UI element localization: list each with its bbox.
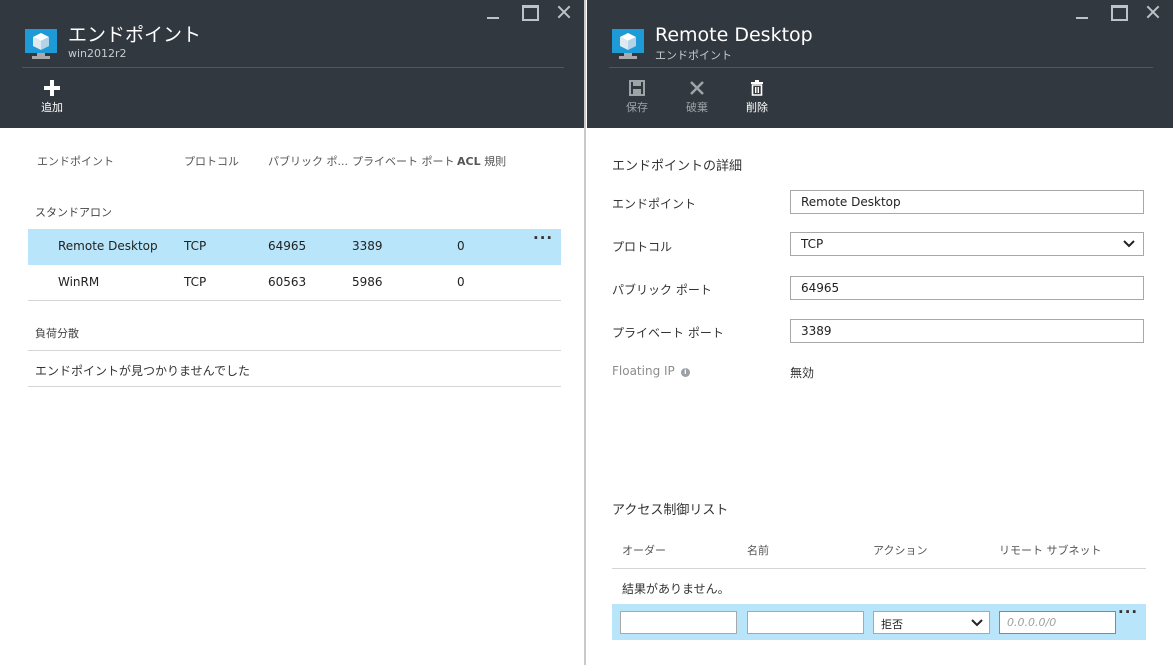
row-acl: 0 bbox=[457, 239, 465, 253]
chevron-down-icon bbox=[1123, 240, 1135, 248]
row-public: 60563 bbox=[268, 275, 307, 289]
acl-col-order[interactable]: オーダー bbox=[622, 542, 666, 558]
col-acl-bold: ACL bbox=[457, 155, 481, 168]
col-protocol[interactable]: プロトコル bbox=[184, 153, 239, 169]
window-controls bbox=[482, 4, 576, 21]
standalone-section: スタンドアロン bbox=[35, 206, 112, 219]
vm-cube-icon bbox=[612, 29, 644, 59]
row-public: 64965 bbox=[268, 239, 307, 253]
col-endpoint[interactable]: エンドポイント bbox=[37, 153, 114, 169]
divider bbox=[28, 386, 561, 387]
acl-col-action[interactable]: アクション bbox=[873, 542, 927, 558]
row-protocol: TCP bbox=[184, 239, 207, 253]
floating-ip-value: 無効 bbox=[790, 366, 815, 380]
row-acl: 0 bbox=[457, 275, 465, 289]
discard-button[interactable]: 破棄 bbox=[675, 78, 719, 115]
divider bbox=[28, 350, 561, 351]
table-row[interactable]: WinRM TCP 60563 5986 0 bbox=[28, 265, 561, 301]
acl-action-value: 拒否 bbox=[881, 618, 903, 631]
blade-title: エンドポイント bbox=[68, 24, 202, 46]
details-section-title: エンドポイントの詳細 bbox=[612, 159, 743, 174]
public-port-label: パブリック ポート bbox=[612, 283, 712, 297]
discard-label: 破棄 bbox=[686, 101, 708, 114]
endpoints-blade: エンドポイント win2012r2 追加 エンドポイント プロトコル パブリック… bbox=[0, 0, 586, 665]
acl-empty-message: 結果がありません。 bbox=[622, 582, 730, 596]
minimize-icon[interactable] bbox=[482, 4, 504, 20]
blade-subtitle: エンドポイント bbox=[655, 49, 732, 62]
acl-order-input[interactable] bbox=[620, 611, 737, 634]
table-row[interactable]: Remote Desktop TCP 64965 3389 0 ··· bbox=[28, 229, 561, 265]
info-icon[interactable]: i bbox=[680, 368, 690, 377]
delete-label: 削除 bbox=[746, 101, 768, 114]
header-divider bbox=[609, 67, 1153, 68]
lb-empty-message: エンドポイントが見つかりませんでした bbox=[35, 364, 251, 378]
chevron-down-icon bbox=[971, 619, 983, 627]
private-port-label: プライベート ポート bbox=[612, 326, 724, 340]
maximize-icon[interactable] bbox=[1107, 4, 1129, 21]
add-button[interactable]: 追加 bbox=[30, 78, 74, 115]
save-icon bbox=[615, 78, 659, 98]
divider bbox=[28, 300, 561, 301]
vm-cube-icon bbox=[25, 29, 57, 59]
close-icon[interactable] bbox=[554, 4, 576, 20]
header-divider bbox=[22, 67, 564, 68]
delete-button[interactable]: 削除 bbox=[735, 78, 779, 115]
row-private: 5986 bbox=[352, 275, 383, 289]
protocol-value: TCP bbox=[801, 237, 824, 251]
public-port-field[interactable]: 64965 bbox=[790, 276, 1144, 300]
row-private: 3389 bbox=[352, 239, 383, 253]
col-acl-rules: 規則 bbox=[484, 155, 507, 168]
row-protocol: TCP bbox=[184, 275, 207, 289]
acl-subnet-input[interactable]: 0.0.0.0/0 bbox=[999, 611, 1116, 634]
row-more-button[interactable]: ··· bbox=[533, 229, 553, 247]
endpoint-label: エンドポイント bbox=[612, 197, 697, 211]
blade-subtitle: win2012r2 bbox=[68, 47, 127, 60]
acl-action-select[interactable]: 拒否 bbox=[873, 611, 990, 634]
protocol-select[interactable]: TCP bbox=[790, 232, 1144, 256]
minimize-icon[interactable] bbox=[1071, 4, 1093, 20]
blade-title: Remote Desktop bbox=[655, 24, 813, 46]
private-port-field[interactable]: 3389 bbox=[790, 319, 1144, 343]
blade-header: Remote Desktop エンドポイント 保存 破棄 削除 bbox=[587, 0, 1173, 128]
floating-ip-label: Floating IP i bbox=[612, 364, 690, 378]
endpoint-detail-blade: Remote Desktop エンドポイント 保存 破棄 削除 エンドポイントの… bbox=[587, 0, 1173, 665]
close-icon[interactable] bbox=[1143, 4, 1165, 20]
row-name: WinRM bbox=[58, 275, 100, 289]
acl-section-title: アクセス制御リスト bbox=[612, 503, 729, 518]
divider bbox=[612, 568, 1146, 569]
protocol-label: プロトコル bbox=[612, 240, 673, 254]
load-balanced-section: 負荷分散 bbox=[35, 327, 79, 340]
acl-name-input[interactable] bbox=[747, 611, 864, 634]
col-acl[interactable]: ACL 規則 bbox=[457, 153, 506, 169]
row-name: Remote Desktop bbox=[58, 239, 158, 253]
blade-header: エンドポイント win2012r2 追加 bbox=[0, 0, 584, 128]
floating-ip-label-text: Floating IP bbox=[612, 364, 675, 378]
save-label: 保存 bbox=[626, 101, 648, 114]
save-button[interactable]: 保存 bbox=[615, 78, 659, 115]
acl-col-subnet[interactable]: リモート サブネット bbox=[999, 542, 1102, 558]
endpoint-name-field[interactable]: Remote Desktop bbox=[790, 190, 1144, 214]
maximize-icon[interactable] bbox=[518, 4, 540, 21]
acl-row-more-button[interactable]: ··· bbox=[1118, 603, 1138, 621]
plus-icon bbox=[30, 78, 74, 98]
window-controls bbox=[1071, 4, 1165, 21]
acl-col-name[interactable]: 名前 bbox=[747, 542, 769, 558]
col-public-port[interactable]: パブリック ポ... bbox=[268, 153, 348, 169]
discard-icon bbox=[675, 78, 719, 98]
acl-new-rule-row: 拒否 0.0.0.0/0 ··· bbox=[612, 603, 1146, 640]
delete-icon bbox=[735, 78, 779, 98]
col-private-port[interactable]: プライベート ポート bbox=[352, 153, 455, 169]
add-label: 追加 bbox=[41, 101, 63, 114]
